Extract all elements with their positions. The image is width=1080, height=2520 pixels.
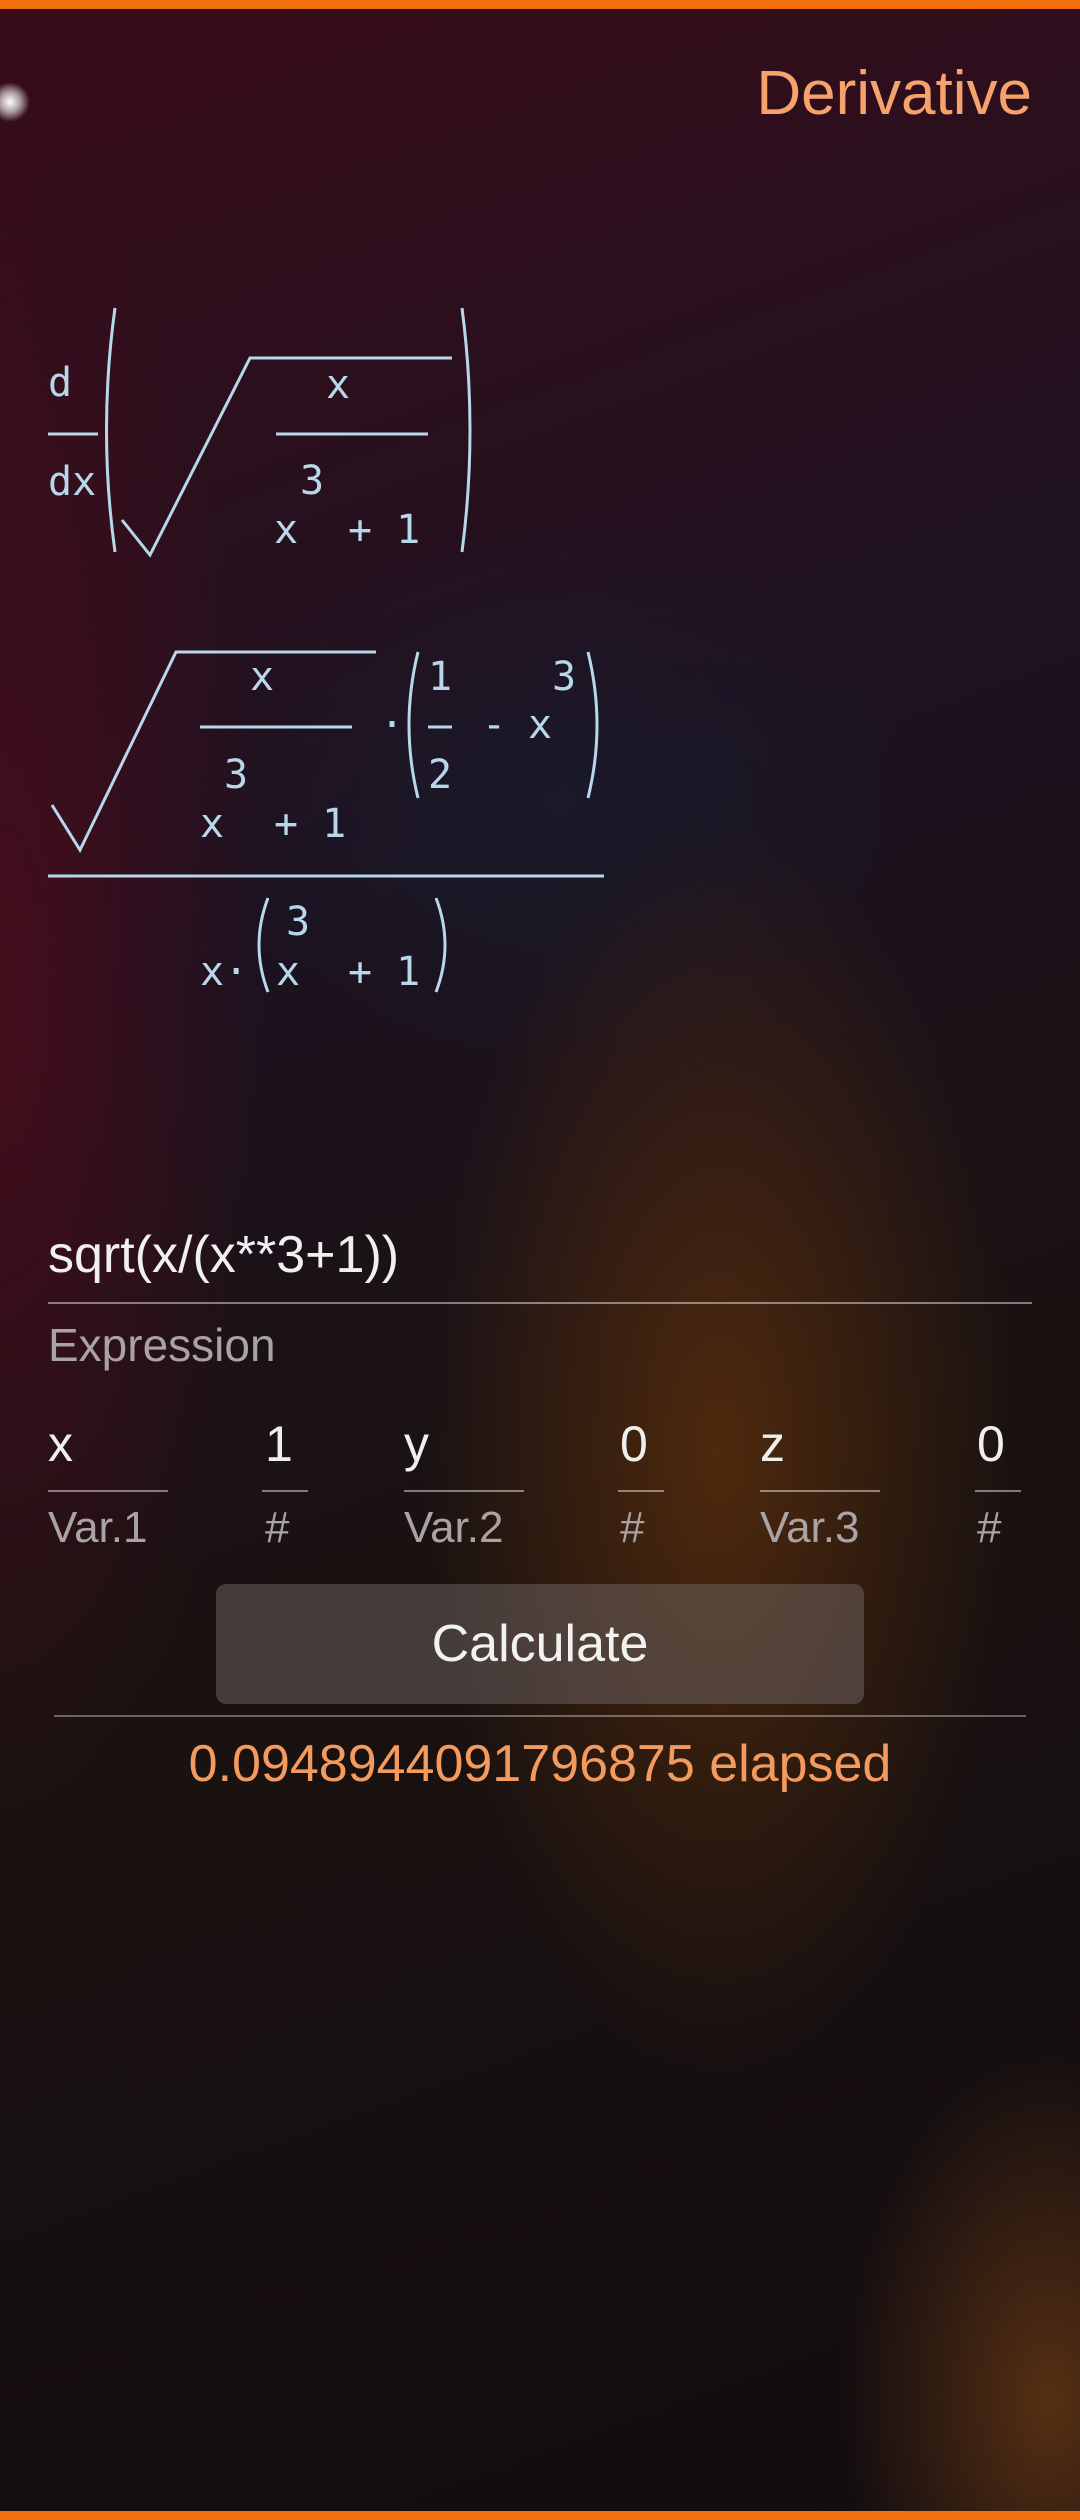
bottom-right-paren bbox=[434, 897, 447, 993]
bottom-x: x· bbox=[200, 949, 248, 995]
result-dot: · bbox=[380, 702, 404, 748]
var3-value-input[interactable]: 0 bbox=[977, 1415, 1005, 1473]
half-numerator: 1 bbox=[428, 654, 452, 700]
var1-value-input[interactable]: 1 bbox=[265, 1415, 293, 1473]
var2-name-label: Var.2 bbox=[404, 1503, 504, 1552]
inner-rest: + 1 bbox=[348, 507, 420, 553]
var1-value-label: # bbox=[265, 1503, 290, 1552]
bottom-exponent: 3 bbox=[286, 899, 310, 945]
result-frac-rest: + 1 bbox=[274, 801, 346, 847]
bottom-left-paren bbox=[257, 897, 270, 993]
result-frac-base: x bbox=[200, 801, 224, 847]
var1-name-underline bbox=[48, 1490, 168, 1492]
var2-value-underline bbox=[618, 1490, 664, 1492]
var2-value-label: # bbox=[620, 1503, 645, 1552]
var3-name-underline bbox=[760, 1490, 880, 1492]
result-right-paren bbox=[586, 651, 599, 799]
result-frac-num: x bbox=[250, 654, 274, 700]
var3-value-underline bbox=[975, 1490, 1021, 1492]
math-render: d dx x 3 x + 1 x 3 x + 1 · 1 2 - 3 x 3 x… bbox=[48, 307, 604, 995]
var3-name-label: Var.3 bbox=[760, 1503, 860, 1552]
dx-symbol: dx bbox=[48, 459, 96, 505]
var1-name-input[interactable]: x bbox=[48, 1415, 73, 1473]
result-minus: - bbox=[482, 702, 506, 748]
inner-exponent: 3 bbox=[300, 458, 324, 504]
d-symbol: d bbox=[48, 360, 72, 406]
bottom-accent-bar bbox=[0, 2511, 1080, 2520]
half-denominator: 2 bbox=[428, 752, 452, 798]
right-paren bbox=[460, 307, 472, 553]
bottom-base: x bbox=[276, 949, 300, 995]
var2-name-input[interactable]: y bbox=[404, 1415, 429, 1473]
var1-name-label: Var.1 bbox=[48, 1503, 148, 1552]
result-divider bbox=[54, 1715, 1026, 1717]
var3-value-label: # bbox=[977, 1503, 1002, 1552]
elapsed-time-text: 0.0948944091796875 elapsed bbox=[188, 1735, 892, 1793]
x-cube-base: x bbox=[528, 702, 552, 748]
expression-input[interactable]: sqrt(x/(x**3+1)) bbox=[48, 1225, 399, 1285]
expression-label: Expression bbox=[48, 1319, 276, 1371]
var2-value-input[interactable]: 0 bbox=[620, 1415, 648, 1473]
var2-name-underline bbox=[404, 1490, 524, 1492]
inner-base: x bbox=[274, 507, 298, 553]
result-left-paren bbox=[407, 651, 420, 799]
bottom-rest: + 1 bbox=[348, 949, 420, 995]
derivative-input-formula: d dx x 3 x + 1 bbox=[48, 307, 472, 558]
expression-underline bbox=[48, 1302, 1032, 1304]
derivative-result-formula: x 3 x + 1 · 1 2 - 3 x 3 x· x + 1 bbox=[48, 650, 604, 995]
sqrt-numerator: x bbox=[326, 362, 350, 408]
calculate-button[interactable]: Calculate bbox=[216, 1584, 864, 1704]
left-paren bbox=[105, 307, 117, 553]
x-cube-exponent: 3 bbox=[552, 654, 576, 700]
var1-value-underline bbox=[262, 1490, 308, 1492]
result-frac-exp: 3 bbox=[224, 752, 248, 798]
var3-name-input[interactable]: z bbox=[760, 1415, 785, 1473]
